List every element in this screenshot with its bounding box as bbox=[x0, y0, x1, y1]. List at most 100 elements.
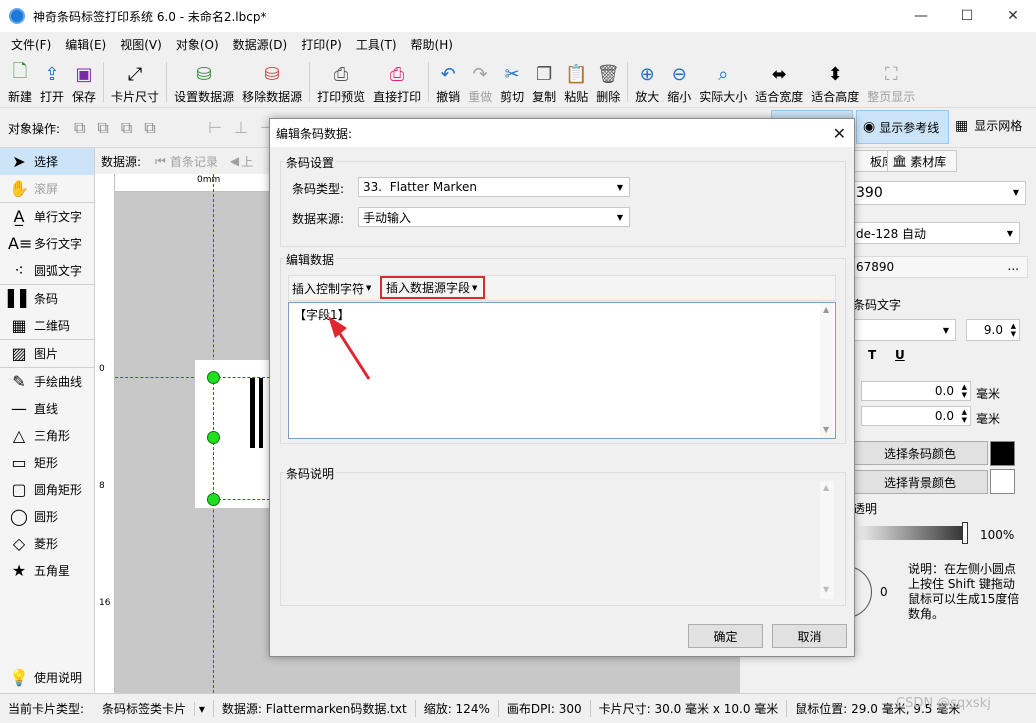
tool-scroll[interactable]: ✋ 滚屏 bbox=[0, 175, 94, 202]
status-card-type-label: 当前卡片类型: bbox=[8, 702, 85, 716]
tool-image[interactable]: ▨ 图片 bbox=[0, 340, 94, 367]
minimize-button[interactable]: — bbox=[898, 0, 944, 32]
bg-color-swatch[interactable] bbox=[990, 469, 1015, 494]
show-guides-toggle[interactable]: ◉ 显示参考线 bbox=[856, 110, 949, 144]
redo-button[interactable]: ↷ 重做 bbox=[464, 56, 496, 108]
card-size-icon: ⤢ bbox=[127, 63, 143, 85]
tool-multi-text[interactable]: A≡ 多行文字 bbox=[0, 230, 94, 257]
strikethrough-button[interactable]: T bbox=[868, 348, 876, 362]
full-page-icon: ⛶ bbox=[884, 63, 898, 85]
resize-handle[interactable] bbox=[207, 493, 220, 506]
label-card[interactable] bbox=[195, 360, 270, 508]
menu-tools[interactable]: 工具(T) bbox=[349, 36, 404, 53]
actual-size-button[interactable]: ⌕ 实际大小 bbox=[695, 56, 751, 108]
tool-arc-text[interactable]: ⁖ 圆弧文字 bbox=[0, 257, 94, 284]
menu-datasource[interactable]: 数据源(D) bbox=[226, 36, 295, 53]
tool-rect[interactable]: ▭ 矩形 bbox=[0, 449, 94, 476]
cut-button[interactable]: ✂ 剪切 bbox=[496, 56, 528, 108]
new-button[interactable]: 🗋 新建 bbox=[4, 56, 36, 108]
museum-icon: 🏛 bbox=[892, 154, 908, 168]
first-record-button[interactable]: 首条记录 bbox=[170, 153, 218, 170]
underline-button[interactable]: U bbox=[895, 348, 905, 362]
tab-assets[interactable]: 🏛 素材库 bbox=[887, 150, 957, 172]
data-source-select[interactable]: 手动输入 ▼ bbox=[358, 207, 630, 227]
fit-height-button[interactable]: ⬍ 适合高度 bbox=[807, 56, 863, 108]
encoding-combo[interactable]: de-128 自动 ▼ bbox=[852, 222, 1020, 244]
bg-color-button[interactable]: 选择背景颜色 bbox=[852, 470, 988, 494]
textarea-scrollbar[interactable]: ▲ ▼ bbox=[820, 303, 834, 438]
resize-handle[interactable] bbox=[207, 431, 220, 444]
barcode-value-combo[interactable]: 390 ▼ bbox=[852, 181, 1026, 205]
prev-record-button[interactable]: 上 bbox=[241, 153, 253, 170]
insert-datasource-field-button[interactable]: 插入数据源字段 ▼ bbox=[380, 276, 485, 299]
rotation-note: 说明：在左侧小圆点上按住 Shift 键拖动鼠标可以生成15度倍数角。 bbox=[908, 562, 1020, 621]
insert-control-char-button[interactable]: 插入控制字符 ▼ bbox=[292, 279, 371, 297]
tool-single-text[interactable]: A̲ 单行文字 bbox=[0, 203, 94, 230]
type-label: 条码类型: bbox=[292, 182, 345, 196]
tool-qrcode[interactable]: ▦ 二维码 bbox=[0, 312, 94, 339]
help-button[interactable]: 💡 使用说明 bbox=[0, 664, 94, 691]
menu-object[interactable]: 对象(O) bbox=[169, 36, 226, 53]
data-preview-field[interactable]: 67890... bbox=[852, 256, 1028, 278]
delete-button[interactable]: 🗑 删除 bbox=[592, 56, 624, 108]
direct-print-button[interactable]: ⎙ 直接打印 bbox=[369, 56, 425, 108]
ok-button[interactable]: 确定 bbox=[688, 624, 763, 648]
paste-icon: 📋 bbox=[564, 63, 588, 85]
app-icon bbox=[9, 8, 25, 24]
barcode-color-swatch[interactable] bbox=[990, 441, 1015, 466]
barcode-type-select[interactable]: 33. Flatter Marken ▼ bbox=[358, 177, 630, 197]
set-datasource-button[interactable]: ⛁ 设置数据源 bbox=[170, 56, 238, 108]
offset-y-spinner[interactable]: 0.0 ▲ ▼ bbox=[861, 406, 971, 426]
offset-x-spinner[interactable]: 0.0 ▲ ▼ bbox=[861, 381, 971, 401]
tool-select[interactable]: ➤ 选择 bbox=[0, 148, 94, 175]
show-grid-toggle[interactable]: ▦ 显示网格 bbox=[955, 117, 1022, 134]
zoom-out-button[interactable]: ⊖ 缩小 bbox=[663, 56, 695, 108]
paste-button[interactable]: 📋 粘贴 bbox=[560, 56, 592, 108]
resize-handle[interactable] bbox=[207, 371, 220, 384]
status-zoom: 缩放: 124% bbox=[416, 700, 499, 717]
card-size-button[interactable]: ⤢ 卡片尺寸 bbox=[107, 56, 163, 108]
fit-width-button[interactable]: ⬌ 适合宽度 bbox=[751, 56, 807, 108]
source-label: 数据来源: bbox=[292, 212, 345, 226]
transparency-thumb[interactable] bbox=[962, 522, 968, 544]
vertical-ruler: 0 8 16 bbox=[95, 174, 115, 693]
tool-line[interactable]: — 直线 bbox=[0, 395, 94, 422]
barcode-color-button[interactable]: 选择条码颜色 bbox=[852, 441, 988, 465]
print-preview-button[interactable]: ⎙ 打印预览 bbox=[313, 56, 369, 108]
menu-file[interactable]: 文件(F) bbox=[4, 36, 58, 53]
edit-barcode-dialog: 编辑条码数据: ✕ 条码设置 条码类型: 33. Flatter Marken … bbox=[269, 118, 855, 657]
cancel-button[interactable]: 取消 bbox=[772, 624, 847, 648]
full-page-button[interactable]: ⛶ 整页显示 bbox=[863, 56, 919, 108]
status-card-type[interactable]: 条码标签类卡片 ▾ bbox=[86, 700, 214, 717]
show-grid-label: 显示网格 bbox=[974, 119, 1023, 133]
save-button[interactable]: ▣ 保存 bbox=[68, 56, 100, 108]
dialog-close-icon[interactable]: ✕ bbox=[833, 124, 846, 143]
tool-freehand[interactable]: ✎ 手绘曲线 bbox=[0, 368, 94, 395]
tool-round-rect[interactable]: ▢ 圆角矩形 bbox=[0, 476, 94, 503]
menu-view[interactable]: 视图(V) bbox=[113, 36, 169, 53]
grid-icon: ▦ bbox=[955, 117, 969, 134]
open-button[interactable]: ⇪ 打开 bbox=[36, 56, 68, 108]
undo-icon: ↶ bbox=[440, 63, 456, 85]
tool-triangle[interactable]: △ 三角形 bbox=[0, 422, 94, 449]
maximize-button[interactable]: ☐ bbox=[944, 0, 990, 32]
close-button[interactable]: ✕ bbox=[990, 0, 1036, 32]
description-scrollbar[interactable]: ▲ ▼ bbox=[820, 481, 834, 599]
menu-help[interactable]: 帮助(H) bbox=[404, 36, 460, 53]
menu-print[interactable]: 打印(P) bbox=[294, 36, 349, 53]
font-size-spinner[interactable]: 9.0 ▲ ▼ bbox=[966, 319, 1020, 341]
ruler-v8: 8 bbox=[99, 481, 105, 491]
undo-button[interactable]: ↶ 撤销 bbox=[432, 56, 464, 108]
remove-datasource-button[interactable]: ⛁ 移除数据源 bbox=[238, 56, 306, 108]
more-button[interactable]: ... bbox=[1008, 259, 1019, 273]
dialog-title-bar: 编辑条码数据: ✕ bbox=[270, 119, 854, 147]
menu-edit[interactable]: 编辑(E) bbox=[58, 36, 113, 53]
tool-star[interactable]: ★ 五角星 bbox=[0, 557, 94, 584]
copy-button[interactable]: ❐ 复制 bbox=[528, 56, 560, 108]
transparency-slider[interactable] bbox=[854, 526, 966, 540]
zoom-in-button[interactable]: ⊕ 放大 bbox=[631, 56, 663, 108]
tool-barcode[interactable]: ▌▌ 条码 bbox=[0, 285, 94, 312]
font-combo[interactable]: ▼ bbox=[852, 319, 956, 341]
tool-circle[interactable]: ◯ 圆形 bbox=[0, 503, 94, 530]
tool-diamond[interactable]: ◇ 菱形 bbox=[0, 530, 94, 557]
